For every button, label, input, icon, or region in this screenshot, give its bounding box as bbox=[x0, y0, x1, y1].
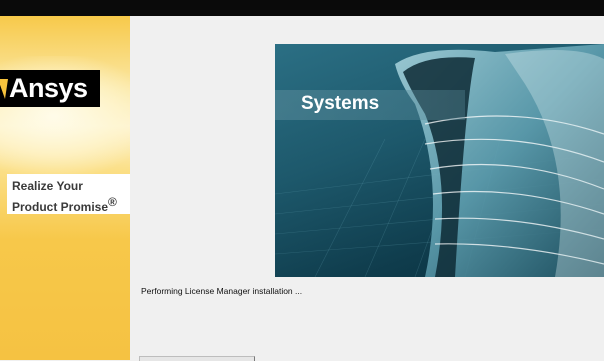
progress-bar bbox=[139, 356, 255, 361]
registered-mark: ® bbox=[108, 195, 117, 209]
title-bar bbox=[0, 0, 604, 16]
tagline-line1: Realize Your bbox=[12, 179, 83, 193]
tagline: Realize Your Product Promise® bbox=[7, 174, 130, 214]
logo-text: Ansys bbox=[9, 73, 88, 103]
product-banner: Systems bbox=[275, 44, 604, 277]
status-message: Performing License Manager installation … bbox=[141, 286, 303, 296]
banner-artwork bbox=[275, 44, 604, 277]
ansys-logo: Ansys bbox=[0, 70, 100, 107]
tagline-line2-text: Product Promise bbox=[12, 200, 109, 214]
banner-label: Systems bbox=[275, 90, 465, 120]
tagline-line2: Product Promise® bbox=[7, 194, 130, 215]
banner-title: Systems bbox=[301, 93, 380, 114]
ansys-logo-mark-icon bbox=[0, 78, 8, 99]
